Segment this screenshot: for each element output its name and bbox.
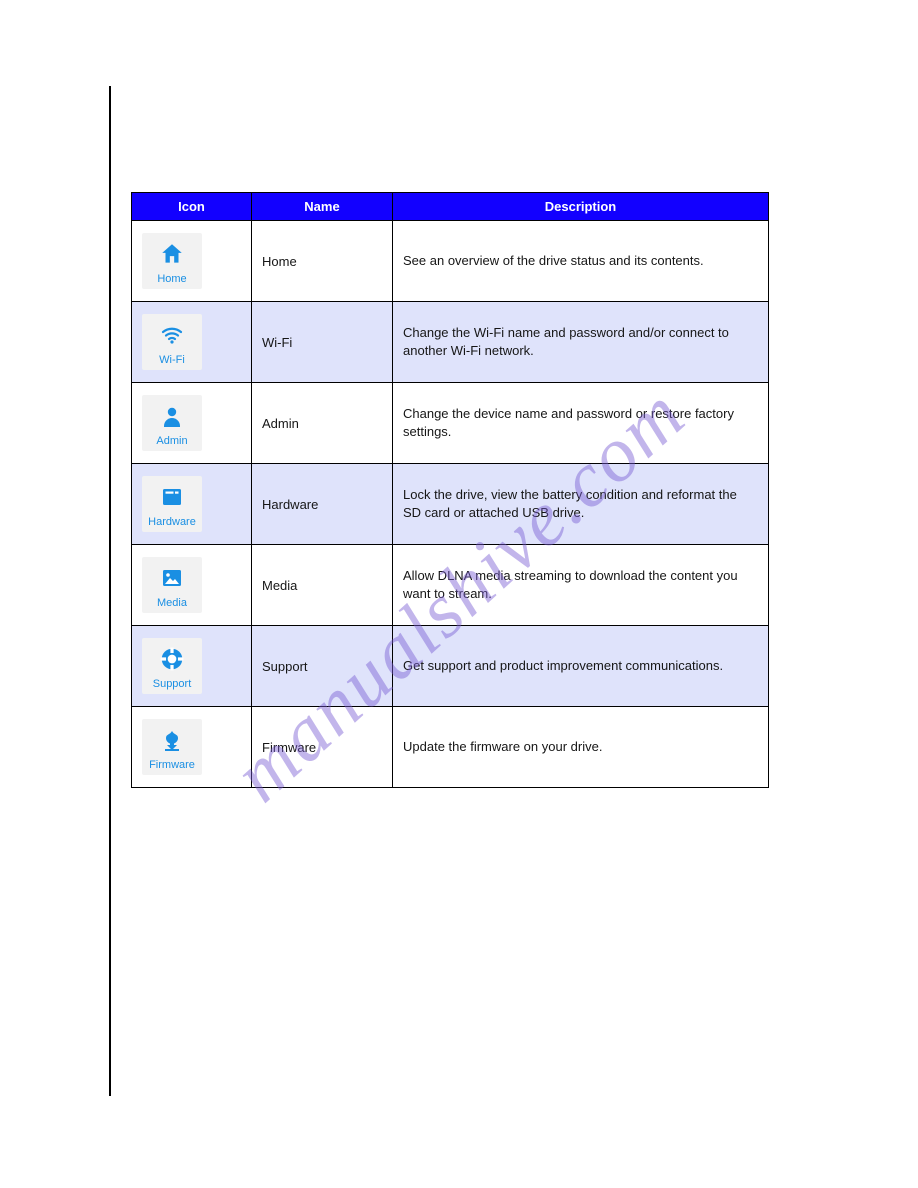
firmware-icon [146,725,198,755]
cell-icon: Home [132,221,252,302]
cell-description: Allow DLNA media streaming to download t… [393,545,769,626]
th-icon: Icon [132,193,252,221]
document-page: Icon Name Description HomeHomeSee an ove… [0,0,918,1188]
th-desc: Description [393,193,769,221]
table-row: HardwareHardwareLock the drive, view the… [132,464,769,545]
cell-name: Wi-Fi [252,302,393,383]
dashboard-icons-table: Icon Name Description HomeHomeSee an ove… [131,192,769,788]
cell-description: See an overview of the drive status and … [393,221,769,302]
cell-icon: Support [132,626,252,707]
cell-icon: Admin [132,383,252,464]
home-icon-tile[interactable]: Home [142,233,202,289]
hardware-icon [146,482,198,512]
content-area: Icon Name Description HomeHomeSee an ove… [131,192,769,788]
wifi-icon [146,320,198,350]
firmware-icon-tile[interactable]: Firmware [142,719,202,775]
tile-label: Hardware [146,516,198,528]
wifi-icon-tile[interactable]: Wi-Fi [142,314,202,370]
tile-label: Wi-Fi [146,354,198,366]
tile-label: Support [146,678,198,690]
tile-label: Admin [146,435,198,447]
media-icon [146,563,198,593]
table-row: SupportSupportGet support and product im… [132,626,769,707]
tile-label: Media [146,597,198,609]
cell-name: Admin [252,383,393,464]
table-row: MediaMediaAllow DLNA media streaming to … [132,545,769,626]
cell-icon: Wi-Fi [132,302,252,383]
table-row: FirmwareFirmwareUpdate the firmware on y… [132,707,769,788]
cell-name: Support [252,626,393,707]
table-row: Wi-FiWi-FiChange the Wi-Fi name and pass… [132,302,769,383]
cell-description: Change the Wi-Fi name and password and/o… [393,302,769,383]
cell-description: Get support and product improvement comm… [393,626,769,707]
cell-description: Lock the drive, view the battery conditi… [393,464,769,545]
cell-icon: Firmware [132,707,252,788]
th-name: Name [252,193,393,221]
cell-icon: Media [132,545,252,626]
admin-icon [146,401,198,431]
tile-label: Firmware [146,759,198,771]
cell-name: Media [252,545,393,626]
cell-description: Change the device name and password or r… [393,383,769,464]
left-margin-rule [109,86,111,1096]
cell-description: Update the firmware on your drive. [393,707,769,788]
cell-icon: Hardware [132,464,252,545]
admin-icon-tile[interactable]: Admin [142,395,202,451]
hardware-icon-tile[interactable]: Hardware [142,476,202,532]
tile-label: Home [146,273,198,285]
cell-name: Home [252,221,393,302]
cell-name: Firmware [252,707,393,788]
media-icon-tile[interactable]: Media [142,557,202,613]
support-icon-tile[interactable]: Support [142,638,202,694]
table-row: HomeHomeSee an overview of the drive sta… [132,221,769,302]
home-icon [146,239,198,269]
table-row: AdminAdminChange the device name and pas… [132,383,769,464]
cell-name: Hardware [252,464,393,545]
support-icon [146,644,198,674]
table-header-row: Icon Name Description [132,193,769,221]
